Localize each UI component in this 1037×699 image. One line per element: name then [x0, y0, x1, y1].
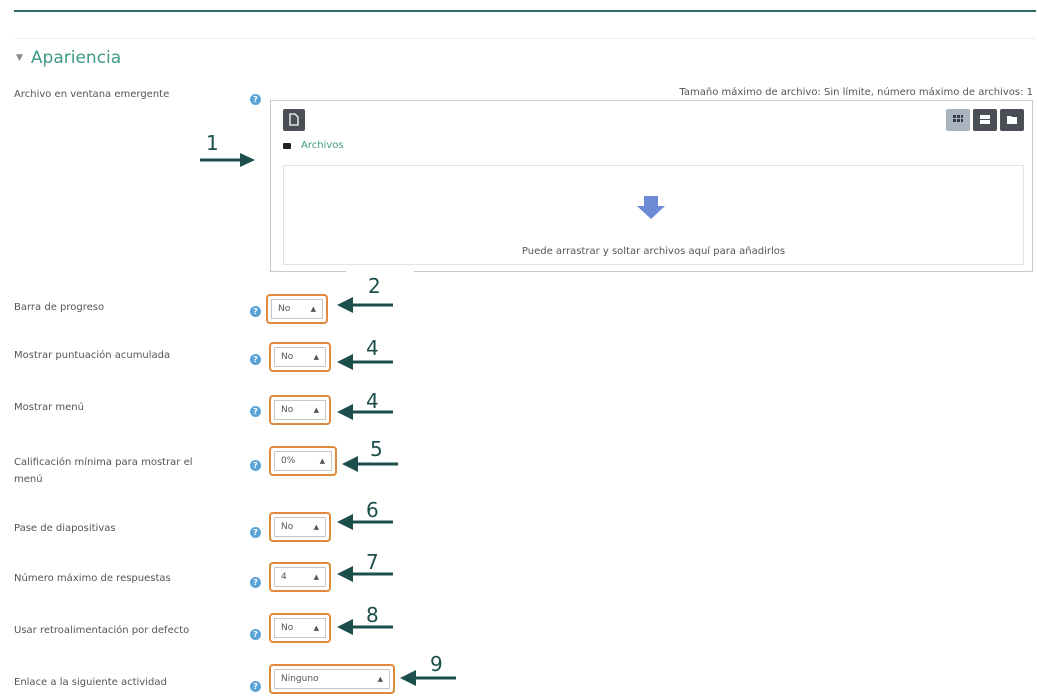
select-value: 0% — [281, 456, 296, 466]
help-icon[interactable]: ? — [250, 527, 261, 538]
next-activity-label: Enlace a la siguiente actividad — [14, 677, 167, 688]
grid-icon — [953, 115, 963, 122]
next-activity-select[interactable]: Ninguno ▲︎ — [274, 669, 390, 689]
callout-arrow-left — [337, 354, 393, 370]
popup-file-label: Archivo en ventana emergente — [14, 89, 170, 100]
section-title[interactable]: Apariencia — [31, 48, 121, 68]
callout-arrow-left — [337, 297, 393, 313]
help-icon[interactable]: ? — [250, 460, 261, 471]
max-answers-select-highlight: 4 ▲︎ — [269, 562, 331, 592]
select-chevron-icon: ▲︎ — [313, 573, 319, 581]
drop-zone[interactable]: Puede arrastrar y soltar archivos aquí p… — [283, 165, 1024, 265]
select-value: No — [281, 522, 294, 532]
callout-arrow-left — [337, 566, 393, 582]
select-value: No — [278, 304, 291, 314]
callout-arrow-right — [200, 153, 255, 167]
section-divider — [14, 38, 1036, 39]
folder-icon — [1007, 116, 1017, 124]
cumulative-score-select-highlight: No ▲︎ — [269, 342, 331, 372]
show-menu-select[interactable]: No ▲︎ — [274, 400, 326, 420]
progress-bar-label: Barra de progreso — [14, 302, 105, 313]
callout-arrow-left — [337, 619, 393, 635]
min-grade-select[interactable]: 0% ▲︎ — [274, 451, 332, 471]
list-view-button[interactable] — [973, 109, 997, 131]
select-value: No — [281, 405, 294, 415]
next-activity-select-highlight: Ninguno ▲︎ — [269, 664, 395, 694]
help-icon[interactable]: ? — [250, 94, 261, 105]
help-icon[interactable]: ? — [250, 306, 261, 317]
file-path-breadcrumb: Archivos — [283, 140, 344, 151]
min-grade-label-line1: Calificación mínima para mostrar el — [14, 457, 193, 468]
callout-number-2: 2 — [368, 274, 381, 298]
icons-view-button[interactable] — [946, 109, 970, 131]
select-chevron-icon: ▲︎ — [313, 523, 319, 531]
progress-bar-select-highlight: No ▲︎ — [266, 294, 328, 324]
callout-arrow-left — [337, 404, 393, 420]
progress-bar-select[interactable]: No ▲︎ — [271, 299, 323, 319]
default-feedback-select-highlight: No ▲︎ — [269, 613, 331, 643]
select-chevron-icon: ▲︎ — [319, 457, 325, 465]
max-answers-select[interactable]: 4 ▲︎ — [274, 567, 326, 587]
help-icon[interactable]: ? — [250, 577, 261, 588]
select-value: No — [281, 623, 294, 633]
view-mode-buttons — [946, 109, 1024, 131]
help-icon[interactable]: ? — [250, 354, 261, 365]
file-picker: Archivos Puede arrastrar y soltar archiv… — [270, 100, 1033, 272]
add-file-button[interactable] — [283, 109, 305, 131]
folder-icon — [283, 142, 291, 149]
top-divider — [14, 10, 1036, 12]
slideshow-select[interactable]: No ▲︎ — [274, 517, 326, 537]
select-value: Ninguno — [281, 674, 319, 684]
max-file-size-text: Tamaño máximo de archivo: Sin límite, nú… — [679, 87, 1033, 98]
callout-arrow-left — [342, 456, 398, 472]
path-link-archivos[interactable]: Archivos — [301, 140, 344, 151]
show-menu-select-highlight: No ▲︎ — [269, 395, 331, 425]
select-chevron-icon: ▲︎ — [313, 406, 319, 414]
help-icon[interactable]: ? — [250, 629, 261, 640]
cumulative-score-select[interactable]: No ▲︎ — [274, 347, 326, 367]
drop-zone-text: Puede arrastrar y soltar archivos aquí p… — [521, 246, 786, 257]
section-header-apariencia[interactable]: ▼ Apariencia — [16, 48, 121, 68]
min-grade-select-highlight: 0% ▲︎ — [269, 446, 337, 476]
select-chevron-icon: ▲︎ — [310, 305, 316, 313]
help-icon[interactable]: ? — [250, 681, 261, 692]
select-chevron-icon: ▲︎ — [313, 353, 319, 361]
callout-arrow-left — [400, 670, 456, 686]
download-arrow-icon — [637, 196, 665, 219]
callout-arrow-left — [337, 514, 393, 530]
help-icon[interactable]: ? — [250, 406, 261, 417]
cumulative-score-label: Mostrar puntuación acumulada — [14, 350, 171, 361]
list-icon — [980, 115, 990, 124]
select-value: 4 — [281, 572, 287, 582]
select-chevron-icon: ▲︎ — [377, 675, 383, 683]
select-value: No — [281, 352, 294, 362]
collapse-caret-icon[interactable]: ▼ — [16, 53, 23, 63]
tree-view-button[interactable] — [1000, 109, 1024, 131]
default-feedback-label: Usar retroalimentación por defecto — [14, 625, 190, 636]
file-icon — [289, 113, 299, 126]
max-answers-label: Número máximo de respuestas — [14, 573, 171, 584]
slideshow-select-highlight: No ▲︎ — [269, 512, 331, 542]
min-grade-label-line2: menú — [14, 474, 43, 485]
default-feedback-select[interactable]: No ▲︎ — [274, 618, 326, 638]
select-chevron-icon: ▲︎ — [313, 624, 319, 632]
slideshow-label: Pase de diapositivas — [14, 523, 116, 534]
show-menu-label: Mostrar menú — [14, 402, 84, 413]
